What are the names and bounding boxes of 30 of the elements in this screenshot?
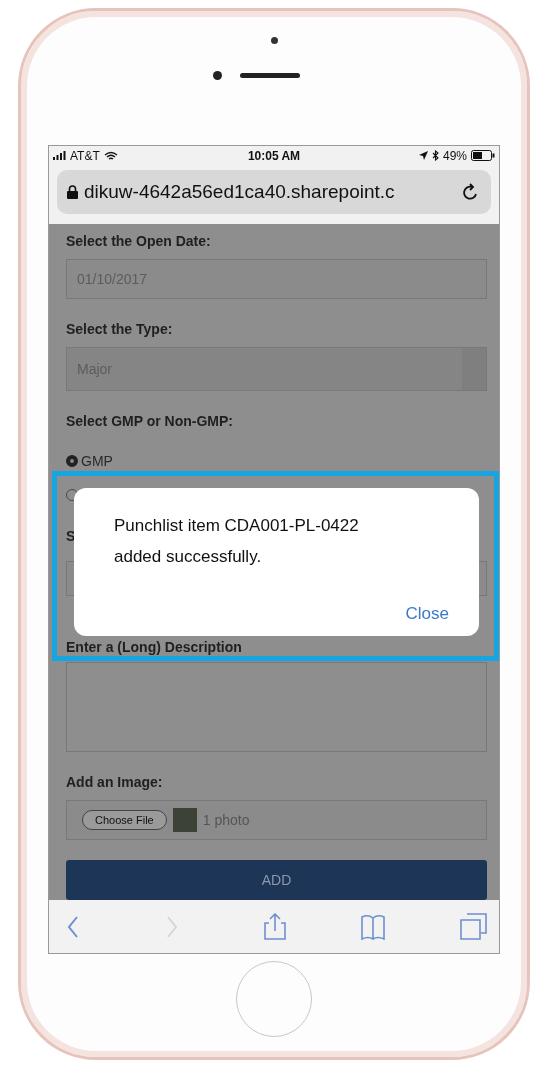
address-bar[interactable]: dikuw-4642a56ed1ca40.sharepoint.c — [57, 169, 491, 214]
field-label: Select GMP or Non-GMP: — [66, 412, 234, 431]
add-button[interactable]: ADD — [66, 860, 487, 901]
radio-button[interactable] — [66, 455, 78, 468]
choose-file-button[interactable]: Choose File — [82, 810, 167, 831]
lock-icon — [67, 184, 78, 199]
battery-percent: 49% — [442, 148, 467, 163]
field-label: Select the Open Date: — [66, 232, 212, 251]
reload-icon[interactable] — [463, 182, 479, 201]
field-label: Enter a (Long) Description — [66, 638, 243, 657]
field-label: Select the Type: — [66, 320, 174, 339]
camera-icon — [270, 37, 278, 44]
clock-time: 10:05 AM — [247, 148, 301, 163]
field-label: Add an Image: — [66, 773, 164, 792]
battery-icon — [471, 150, 495, 162]
alert-message: Punchlist item CDA001-PL-0422 added successfully. — [114, 515, 360, 568]
url-text: dikuw-4642a56ed1ca40.sharepoint.c — [84, 180, 396, 203]
description-field[interactable] — [66, 662, 487, 753]
bluetooth-icon — [431, 150, 439, 162]
carrier-name: AT&T — [70, 148, 100, 163]
signal-icon — [53, 151, 66, 161]
photo-placeholder — [172, 808, 197, 833]
field-label: S — [66, 527, 77, 546]
close-button[interactable]: Close — [405, 604, 449, 624]
location-icon — [418, 151, 428, 161]
wifi-icon — [103, 150, 118, 161]
radio-label: GMP — [81, 453, 113, 470]
tabs-icon[interactable] — [460, 912, 487, 941]
speaker-icon — [239, 73, 300, 78]
sensor-icon — [212, 71, 222, 80]
